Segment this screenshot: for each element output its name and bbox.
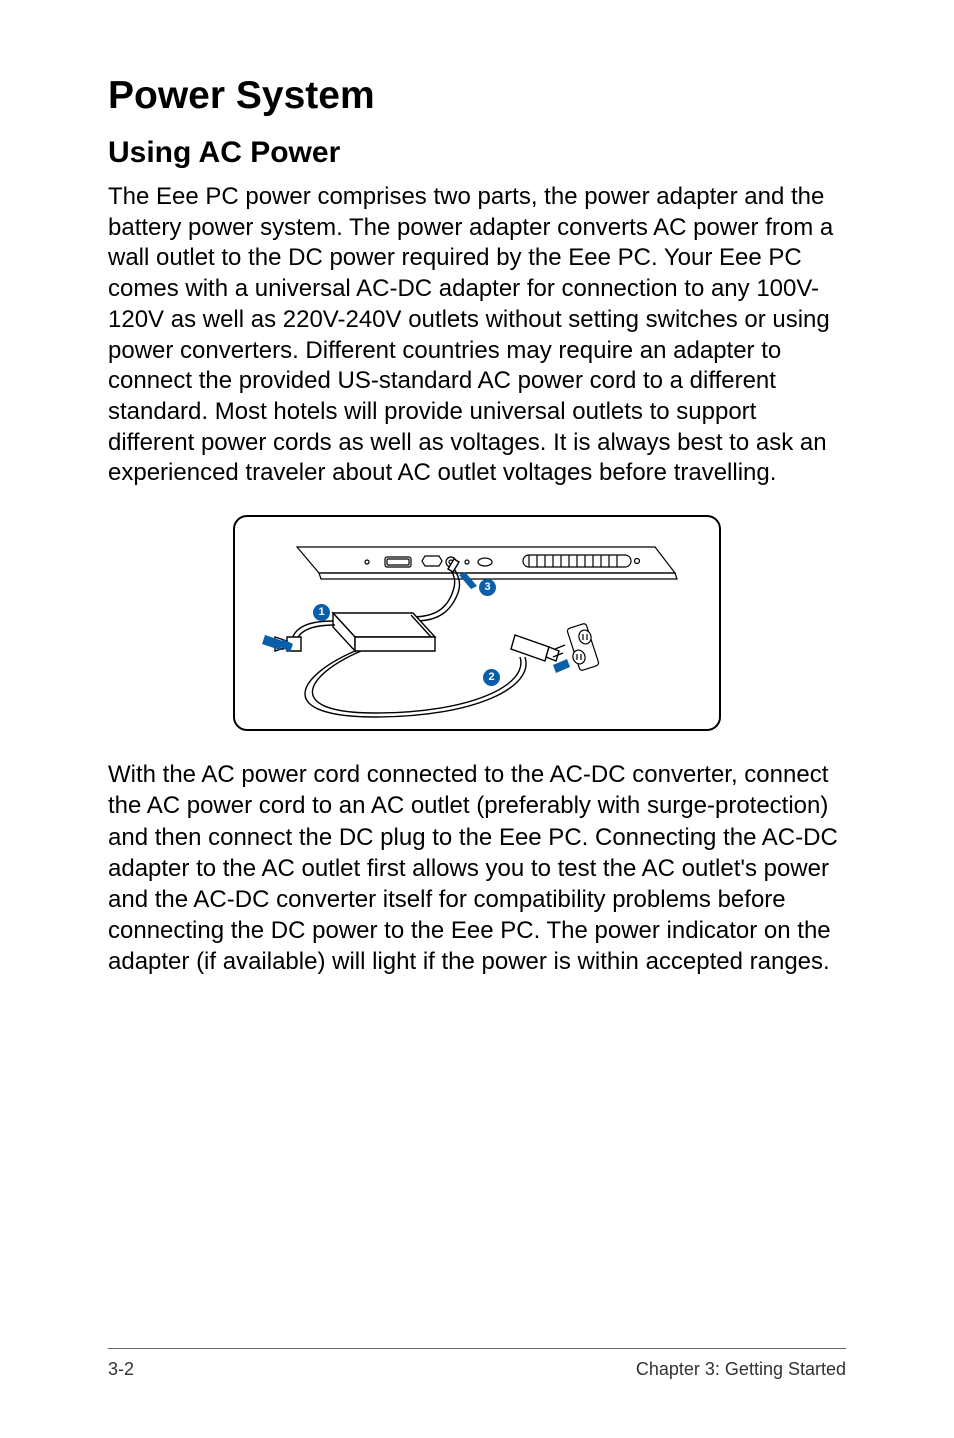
section-subtitle: Using AC Power [108, 136, 846, 170]
section-title: Power System [108, 74, 846, 118]
page-number: 3-2 [108, 1359, 134, 1380]
page-footer: 3-2 Chapter 3: Getting Started [108, 1348, 846, 1380]
paragraph-2: With the AC power cord connected to the … [108, 759, 846, 977]
chapter-label: Chapter 3: Getting Started [636, 1359, 846, 1380]
paragraph-1: The Eee PC power comprises two parts, th… [108, 182, 846, 489]
diagram-box: 1 2 3 [233, 515, 721, 731]
power-diagram-svg [235, 517, 723, 733]
diagram-container: 1 2 3 [108, 515, 846, 731]
